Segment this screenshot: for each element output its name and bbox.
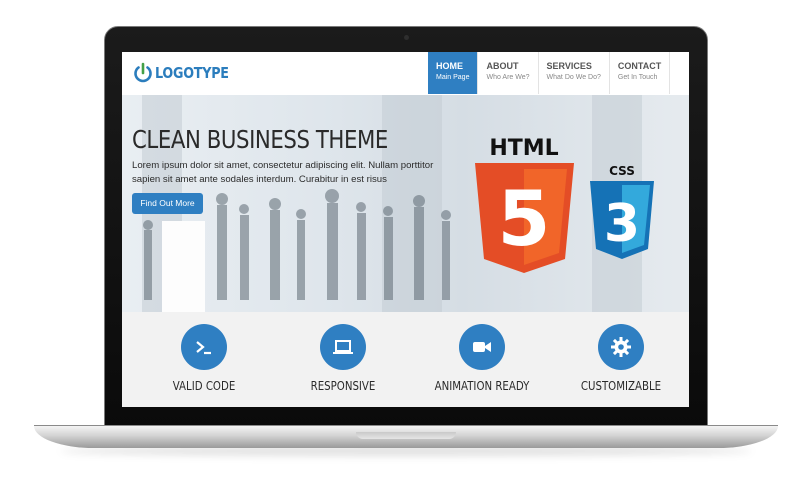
site-logo[interactable]: LOGOTYPE <box>132 62 242 84</box>
nav-item-contact[interactable]: CONTACT Get In Touch <box>610 52 671 94</box>
site-header: LOGOTYPE HOME Main Page ABOUT Who Are We… <box>122 52 689 96</box>
nav-item-title: HOME <box>436 61 463 71</box>
find-out-more-button[interactable]: Find Out More <box>132 193 203 214</box>
video-camera-icon <box>459 324 505 370</box>
nav-item-home[interactable]: HOME Main Page <box>428 52 479 94</box>
feature-valid-code: VALID CODE <box>144 324 264 393</box>
laptop-screen: LOGOTYPE HOME Main Page ABOUT Who Are We… <box>122 52 689 407</box>
power-icon <box>134 62 152 83</box>
gear-icon <box>598 324 644 370</box>
html5-badge-icon: HTML 5 <box>475 136 574 273</box>
hero-title: CLEAN BUSINESS THEME <box>132 125 388 154</box>
nav-item-subtitle: Who Are We? <box>486 74 530 81</box>
terminal-icon <box>181 324 227 370</box>
feature-label: ANIMATION READY <box>434 379 530 393</box>
hero-banner: CLEAN BUSINESS THEME Lorem ipsum dolor s… <box>122 95 689 312</box>
feature-label: RESPONSIVE <box>310 379 376 393</box>
nav-item-subtitle: Get In Touch <box>617 74 658 81</box>
css3-badge-digit: 3 <box>604 194 640 254</box>
main-nav: HOME Main Page ABOUT Who Are We? SERVICE… <box>428 52 671 94</box>
nav-item-title: ABOUT <box>486 61 519 71</box>
css3-badge-icon: CSS 3 <box>590 164 654 259</box>
feature-label: VALID CODE <box>172 379 236 393</box>
logo-text: LOGOTYPE <box>155 64 229 82</box>
hero-image-gap <box>162 221 205 312</box>
feature-label: CUSTOMIZABLE <box>580 379 662 393</box>
feature-responsive: RESPONSIVE <box>283 324 403 393</box>
nav-item-services[interactable]: SERVICES What Do We Do? <box>539 52 610 94</box>
nav-item-title: CONTACT <box>617 61 662 71</box>
feature-customizable: CUSTOMIZABLE <box>561 324 681 393</box>
nav-item-title: SERVICES <box>546 61 592 71</box>
nav-item-subtitle: Main Page <box>436 74 470 81</box>
camera-icon <box>404 35 409 40</box>
html5-badge-label: HTML <box>489 136 558 161</box>
laptop-icon <box>320 324 366 370</box>
feature-animation-ready: ANIMATION READY <box>422 324 542 393</box>
features-section: VALID CODE RESPONSIVE ANIMATION READY CU… <box>122 312 689 407</box>
nav-item-subtitle: What Do We Do? <box>546 74 601 81</box>
nav-item-about[interactable]: ABOUT Who Are We? <box>478 52 539 94</box>
hero-description: Lorem ipsum dolor sit amet, consectetur … <box>132 160 434 185</box>
html5-badge-digit: 5 <box>498 174 551 263</box>
laptop-notch <box>356 432 456 439</box>
css3-badge-label: CSS <box>609 164 635 178</box>
